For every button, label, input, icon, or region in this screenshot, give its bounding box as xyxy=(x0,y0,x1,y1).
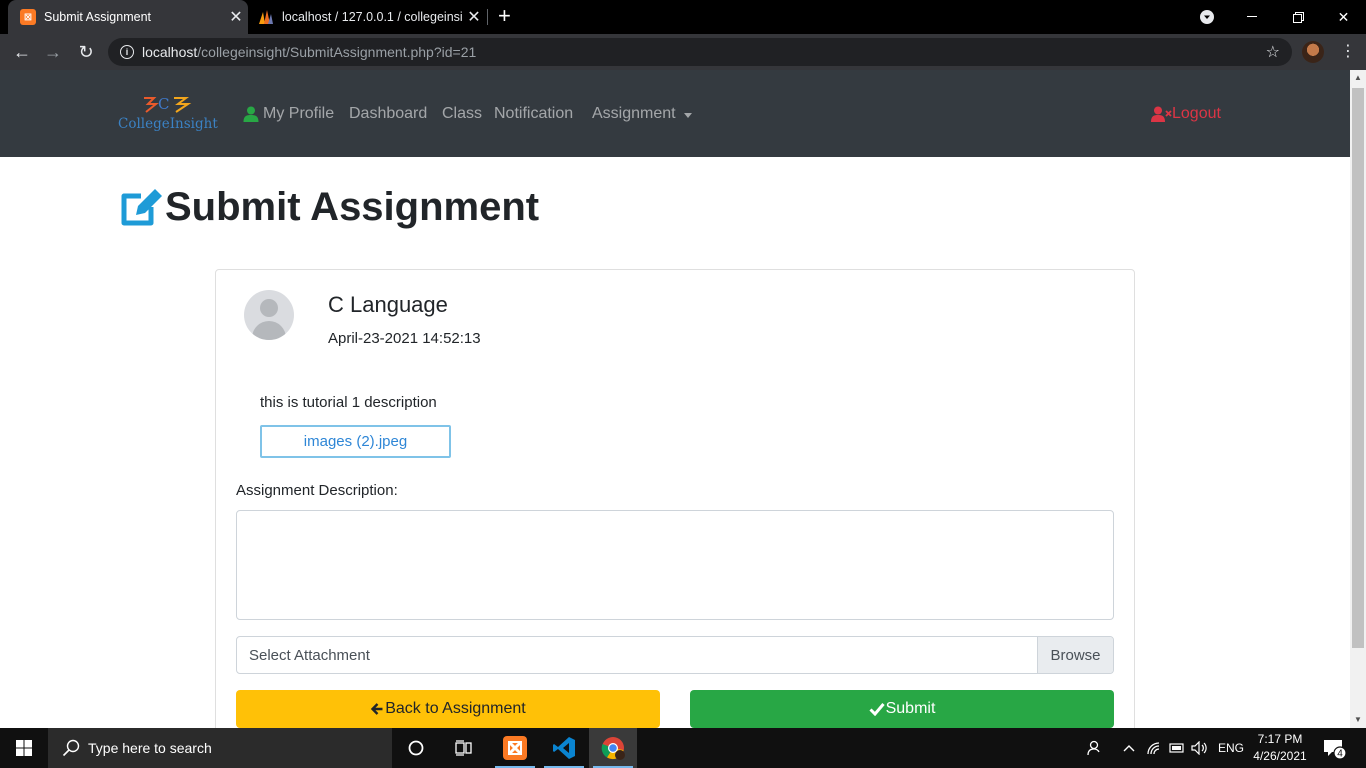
notification-count: 4 xyxy=(1337,749,1343,760)
user-times-icon xyxy=(1151,106,1172,122)
back-to-assignment-button[interactable]: Back to Assignment xyxy=(236,690,660,728)
tab-search-icon[interactable] xyxy=(1194,0,1220,34)
description-textarea[interactable] xyxy=(236,510,1114,620)
page-scrollbar[interactable]: ▲ ▼ xyxy=(1350,70,1366,728)
address-bar: ← → ↻ i localhost/collegeinsight/SubmitA… xyxy=(0,34,1366,70)
chevron-up-icon[interactable] xyxy=(1120,728,1138,768)
logo-text: CollegeInsight xyxy=(118,116,218,132)
people-icon[interactable] xyxy=(1082,728,1106,768)
back-label: Back to Assignment xyxy=(385,700,526,717)
description-label: Assignment Description: xyxy=(236,482,398,499)
page-viewport: C CollegeInsight My Profile Dashboard Cl… xyxy=(0,70,1350,728)
reload-icon[interactable]: ↻ xyxy=(71,34,101,70)
back-arrow-icon[interactable]: ← xyxy=(7,34,37,70)
assignment-date: April-23-2021 14:52:13 xyxy=(328,330,481,347)
windows-start-icon[interactable] xyxy=(0,728,48,768)
site-info-icon[interactable]: i xyxy=(120,45,134,59)
attachment-placeholder: Select Attachment xyxy=(249,646,370,664)
new-tab-icon[interactable]: + xyxy=(498,5,511,27)
windows-taskbar: Type here to search ENG 7:17 PM 4/26/202… xyxy=(0,728,1366,768)
volume-icon[interactable] xyxy=(1189,728,1211,768)
avatar xyxy=(244,290,294,340)
check-icon xyxy=(869,703,885,716)
logout-label: Logout xyxy=(1172,105,1221,122)
xampp-app-icon[interactable] xyxy=(491,728,539,768)
vscode-app-icon[interactable] xyxy=(540,728,588,768)
taskbar-search-input[interactable]: Type here to search xyxy=(48,728,392,768)
tab-separator xyxy=(487,9,488,25)
close-tab-icon[interactable]: ✕ xyxy=(224,7,248,27)
battery-icon[interactable] xyxy=(1167,728,1187,768)
attachment-file-button[interactable]: images (2).jpeg xyxy=(260,425,451,458)
user-icon xyxy=(243,106,259,122)
nav-label: Class xyxy=(442,105,483,122)
clock-time: 7:17 PM xyxy=(1257,732,1303,746)
tab-phpmyadmin[interactable]: localhost / 127.0.0.1 / collegeinsight ✕ xyxy=(250,0,486,34)
assignment-card: C Language April-23-2021 14:52:13 this i… xyxy=(215,269,1135,728)
caret-down-icon xyxy=(683,112,692,118)
restore-icon[interactable] xyxy=(1275,0,1321,34)
url-input[interactable]: i localhost/collegeinsight/SubmitAssignm… xyxy=(108,38,1292,66)
nav-notification[interactable]: Notification xyxy=(494,103,573,125)
xampp-favicon-icon: ⊠ xyxy=(20,9,36,25)
browser-tab-bar: ⊠ Submit Assignment ✕ localhost / 127.0.… xyxy=(0,0,1366,34)
scroll-up-icon[interactable]: ▲ xyxy=(1350,70,1366,86)
taskbar-clock[interactable]: 7:17 PM 4/26/2021 xyxy=(1248,731,1312,765)
url-path: /collegeinsight/SubmitAssignment.php?id=… xyxy=(197,44,477,60)
wifi-icon[interactable] xyxy=(1144,728,1164,768)
language-indicator[interactable]: ENG xyxy=(1214,728,1248,768)
nav-label: My Profile xyxy=(263,105,335,122)
search-icon xyxy=(62,739,80,757)
nav-label: Assignment xyxy=(592,105,676,122)
college-insight-logo[interactable]: C CollegeInsight xyxy=(118,90,222,136)
tab-title: Submit Assignment xyxy=(44,10,151,24)
search-placeholder: Type here to search xyxy=(88,740,212,756)
logo-mark-icon: C xyxy=(144,95,192,113)
phpmyadmin-favicon-icon xyxy=(259,10,273,24)
page-title: Submit Assignment xyxy=(165,185,540,229)
profile-avatar[interactable] xyxy=(1302,41,1324,63)
nav-label: Dashboard xyxy=(349,105,428,122)
attachment-file-input[interactable]: Select Attachment Browse xyxy=(236,636,1114,674)
edit-icon xyxy=(121,189,162,226)
more-menu-icon[interactable]: ⋮ xyxy=(1340,42,1356,62)
chrome-app-icon[interactable] xyxy=(589,728,637,768)
nav-label: Notification xyxy=(494,105,574,122)
url-host: localhost xyxy=(142,44,198,60)
bookmark-star-icon[interactable]: ☆ xyxy=(1266,42,1280,62)
tab-title: localhost / 127.0.0.1 / collegeinsight xyxy=(282,10,462,24)
close-tab-icon[interactable]: ✕ xyxy=(462,7,486,27)
minimize-icon[interactable] xyxy=(1229,0,1275,34)
browse-button[interactable]: Browse xyxy=(1037,637,1113,673)
assignment-description: this is tutorial 1 description xyxy=(260,394,437,411)
task-view-icon[interactable] xyxy=(440,728,488,768)
cortana-icon[interactable] xyxy=(392,728,440,768)
forward-arrow-icon[interactable]: → xyxy=(38,34,68,70)
site-navbar: C CollegeInsight My Profile Dashboard Cl… xyxy=(0,70,1350,157)
assignment-subject: C Language xyxy=(328,292,448,317)
arrow-left-icon xyxy=(371,703,383,715)
nav-dashboard[interactable]: Dashboard xyxy=(349,103,427,125)
nav-assignment-dropdown[interactable]: Assignment xyxy=(592,103,692,125)
svg-text:C: C xyxy=(158,95,169,113)
nav-my-profile[interactable]: My Profile xyxy=(243,103,334,125)
submit-label: Submit xyxy=(885,700,936,717)
notification-center-icon[interactable]: 4 xyxy=(1322,736,1347,760)
submit-button[interactable]: Submit xyxy=(690,690,1114,728)
scroll-thumb[interactable] xyxy=(1352,88,1364,648)
scroll-down-icon[interactable]: ▼ xyxy=(1350,712,1366,728)
page-header: Submit Assignment xyxy=(119,184,539,230)
logout-link[interactable]: Logout xyxy=(1151,103,1221,125)
clock-date: 4/26/2021 xyxy=(1253,749,1307,763)
tab-submit-assignment[interactable]: ⊠ Submit Assignment ✕ xyxy=(8,0,248,34)
close-window-icon[interactable]: ✕ xyxy=(1321,0,1366,34)
nav-class[interactable]: Class xyxy=(442,103,482,125)
